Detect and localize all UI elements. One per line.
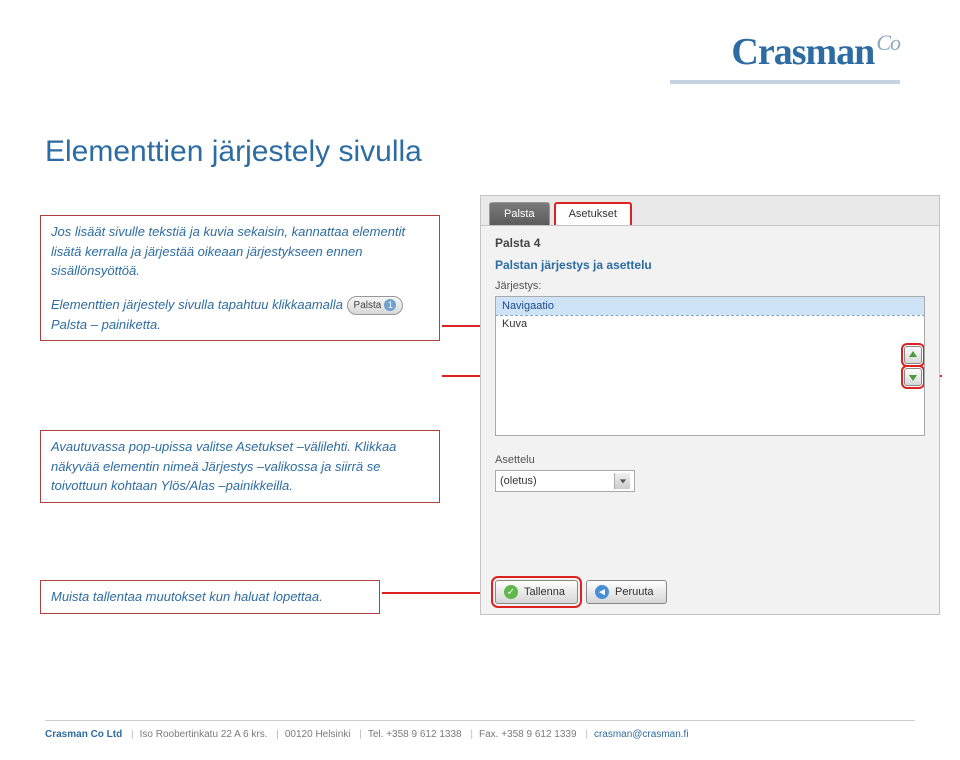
reorder-controls — [904, 346, 922, 386]
popup-panel: Palsta Asetukset Palsta 4 Palstan järjes… — [480, 195, 940, 615]
logo: CrasmanCo — [731, 30, 900, 74]
tab-bar: Palsta Asetukset — [481, 196, 939, 226]
back-icon: ◄ — [595, 585, 609, 599]
select-value: (oletus) — [500, 475, 537, 487]
paragraph: Jos lisäät sivulle tekstiä ja kuvia seka… — [51, 222, 429, 281]
tab-asetukset[interactable]: Asetukset — [554, 202, 632, 225]
paragraph: Avautuvassa pop-upissa valitse Asetukset… — [51, 437, 429, 496]
paragraph: Elementtien järjestely sivulla tapahtuu … — [51, 295, 429, 335]
check-icon: ✓ — [504, 585, 518, 599]
column-title: Palsta 4 — [495, 236, 925, 250]
order-label: Järjestys: — [495, 280, 925, 292]
move-down-button[interactable] — [904, 368, 922, 386]
section-subheading: Palstan järjestys ja asettelu — [495, 258, 925, 272]
save-button[interactable]: ✓ Tallenna — [495, 580, 578, 604]
page-title: Elementtien järjestely sivulla — [45, 135, 422, 169]
instruction-block-3: Muista tallentaa muutokset kun haluat lo… — [40, 580, 380, 614]
order-listbox[interactable]: Navigaatio Kuva — [495, 296, 925, 436]
list-item[interactable]: Navigaatio — [496, 297, 924, 315]
chevron-down-icon — [614, 473, 630, 489]
paragraph: Muista tallentaa muutokset kun haluat lo… — [51, 587, 369, 607]
logo-underline — [670, 80, 900, 84]
panel-footer: ✓ Tallenna ◄ Peruuta — [495, 580, 667, 604]
tab-palsta[interactable]: Palsta — [489, 202, 550, 225]
page-footer: Crasman Co Ltd |Iso Roobertinkatu 22 A 6… — [45, 720, 915, 740]
cancel-button[interactable]: ◄ Peruuta — [586, 580, 667, 604]
arrow-up-icon — [908, 350, 918, 360]
instruction-block-2: Avautuvassa pop-upissa valitse Asetukset… — [40, 430, 440, 503]
instruction-block-1: Jos lisäät sivulle tekstiä ja kuvia seka… — [40, 215, 440, 341]
list-item[interactable]: Kuva — [496, 315, 924, 333]
palsta-inline-button: Palsta1 — [347, 296, 404, 315]
arrow-down-icon — [908, 372, 918, 382]
layout-select[interactable]: (oletus) — [495, 470, 635, 492]
move-up-button[interactable] — [904, 346, 922, 364]
layout-label: Asettelu — [495, 454, 925, 466]
